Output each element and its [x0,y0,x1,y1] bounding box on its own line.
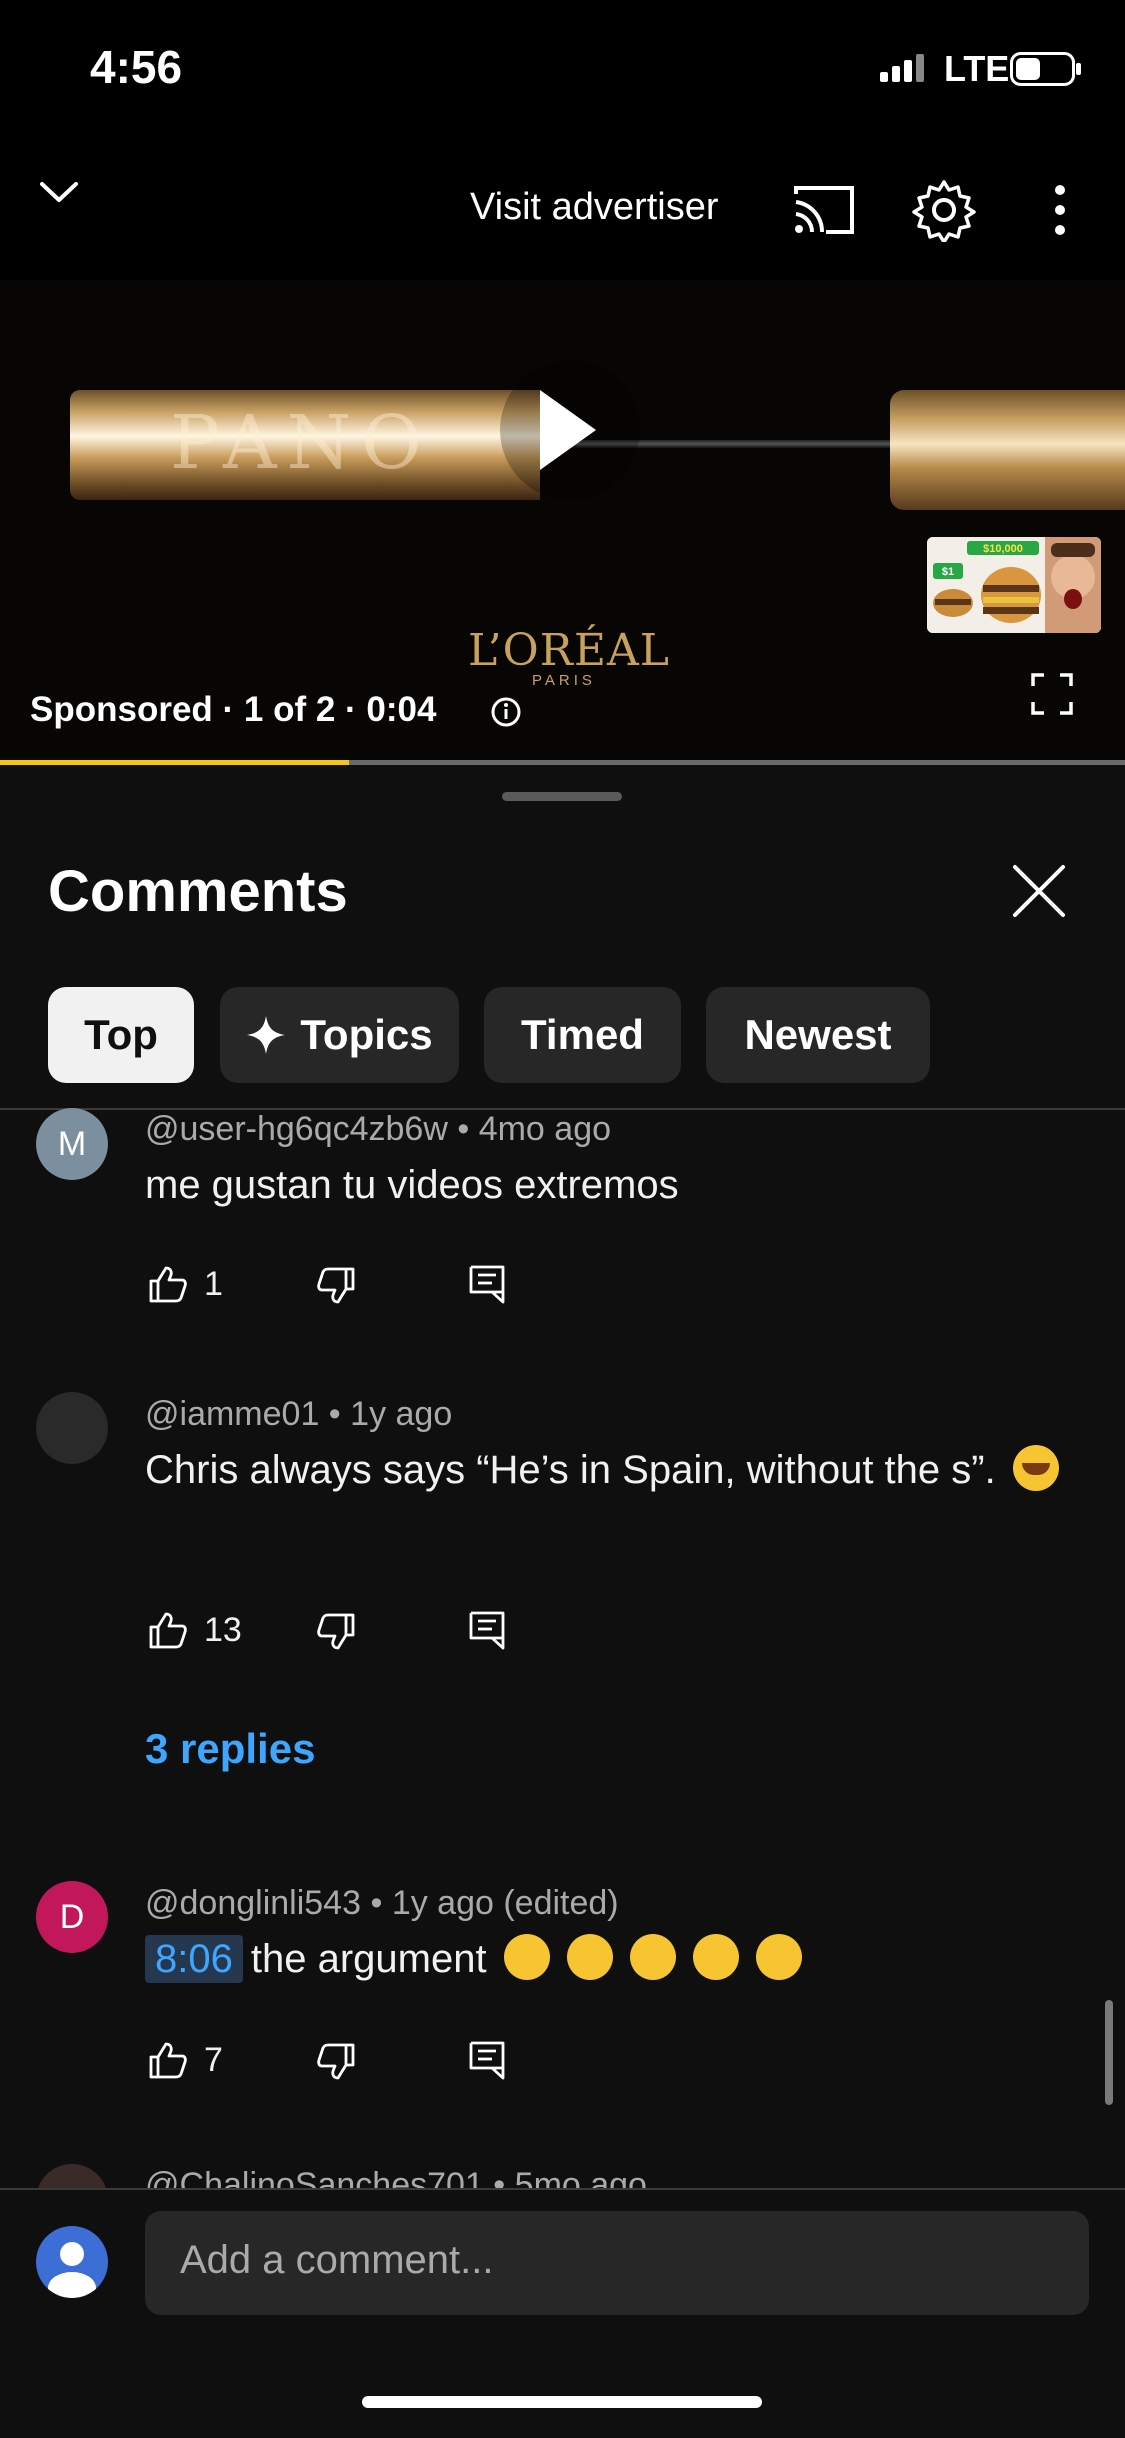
loreal-logo-subtitle: PARIS [532,672,596,689]
thumbnail-price-text: $1 [942,566,954,578]
comment-text-content: the argument [250,1937,487,1981]
network-type: LTE [944,48,1010,89]
chip-newest-label: Newest [744,1011,892,1058]
dislike-icon[interactable] [316,2042,356,2082]
comment-age: 1y ago (edited) [391,1884,619,1922]
reply-icon[interactable] [468,1610,506,1650]
ad-sponsored-label: Sponsored · 1 of 2 · 0:04 [30,690,437,729]
comment-author[interactable]: @iamme01 [145,1395,319,1433]
comment-text: Chris always says “He’s in Spain, withou… [145,1440,1085,1500]
play-icon [540,390,596,470]
battery-icon [1010,52,1081,86]
comment-meta: @iamme01 • 1y ago [145,1395,453,1433]
reply-icon[interactable] [468,1264,506,1304]
info-icon[interactable] [490,696,522,728]
chip-newest[interactable]: Newest [706,987,930,1083]
comment-text: 8:06 the argument [145,1929,1085,1989]
cast-icon[interactable] [792,184,856,236]
fullscreen-icon[interactable] [1030,672,1074,716]
view-replies-button[interactable]: 3 replies [145,1725,315,1773]
comment-age: 1y ago [350,1395,453,1433]
next-video-thumbnail[interactable]: $10,000 $1 [927,537,1101,633]
comment-text: me gustan tu videos extremos [145,1163,679,1207]
loreal-logo: L’ORÉAL [468,625,670,676]
grinning-emoji-icon [756,1934,803,1980]
laughing-emoji-icon [566,1934,613,1980]
grinning-emoji-icon [693,1934,740,1980]
crying-emoji-icon [1012,1445,1059,1491]
person-icon [48,2242,96,2298]
close-icon[interactable] [1010,862,1068,920]
scrollbar[interactable] [1105,2000,1113,2105]
laughing-emoji-icon [503,1934,550,1980]
comment-meta: @donglinli543 • 1y ago (edited) [145,1884,619,1922]
like-count: 13 [204,1611,242,1649]
ad-progress-fill [0,760,349,765]
laughing-emoji-icon [629,1934,676,1980]
cellular-signal-icon [880,54,924,82]
comment-author[interactable]: @user-hg6qc4zb6w [145,1110,448,1148]
like-icon[interactable] [148,2040,188,2080]
comment-meta: @user-hg6qc4zb6w • 4mo ago [145,1110,612,1148]
dislike-icon[interactable] [316,1612,356,1652]
like-icon[interactable] [148,1264,188,1304]
like-count: 1 [204,1265,223,1303]
status-bar: 4:56 LTE [0,0,1125,140]
user-avatar[interactable] [36,2226,108,2298]
like-icon[interactable] [148,1610,188,1650]
visit-advertiser-button[interactable]: Visit advertiser [470,186,719,229]
sheet-drag-handle[interactable] [502,792,622,801]
chip-topics-label: Topics [300,1011,433,1058]
product-engraving: PANO [170,400,432,486]
more-vertical-icon[interactable] [1050,184,1070,236]
chip-topics[interactable]: Topics [220,987,459,1083]
timestamp-link[interactable]: 8:06 [145,1935,243,1983]
home-indicator[interactable] [362,2396,762,2408]
thumbnail-badge-text: $10,000 [983,543,1023,555]
chip-timed[interactable]: Timed [484,987,681,1083]
settings-gear-icon[interactable] [912,178,976,242]
avatar[interactable] [36,1392,108,1464]
dislike-icon[interactable] [316,1266,356,1306]
thumbnail-image: $10,000 $1 [927,537,1101,633]
avatar[interactable]: M [36,1108,108,1180]
comment-age: 4mo ago [478,1110,612,1148]
status-time: 4:56 [90,41,183,93]
comments-title: Comments [48,859,348,924]
comment-author[interactable]: @donglinli543 [145,1884,361,1922]
play-button[interactable] [500,360,640,500]
reply-icon[interactable] [468,2040,506,2080]
sparkle-icon [247,1016,286,1054]
add-comment-placeholder: Add a comment... [180,2238,494,2282]
avatar[interactable]: D [36,1881,108,1953]
chip-timed-label: Timed [521,1011,644,1058]
chevron-down-icon[interactable] [36,170,82,216]
mascara-tube-right [890,390,1125,510]
like-count: 7 [204,2041,223,2079]
chip-top[interactable]: Top [48,987,194,1083]
chip-top-label: Top [84,1011,158,1058]
comment-text-content: Chris always says “He’s in Spain, withou… [145,1448,996,1492]
